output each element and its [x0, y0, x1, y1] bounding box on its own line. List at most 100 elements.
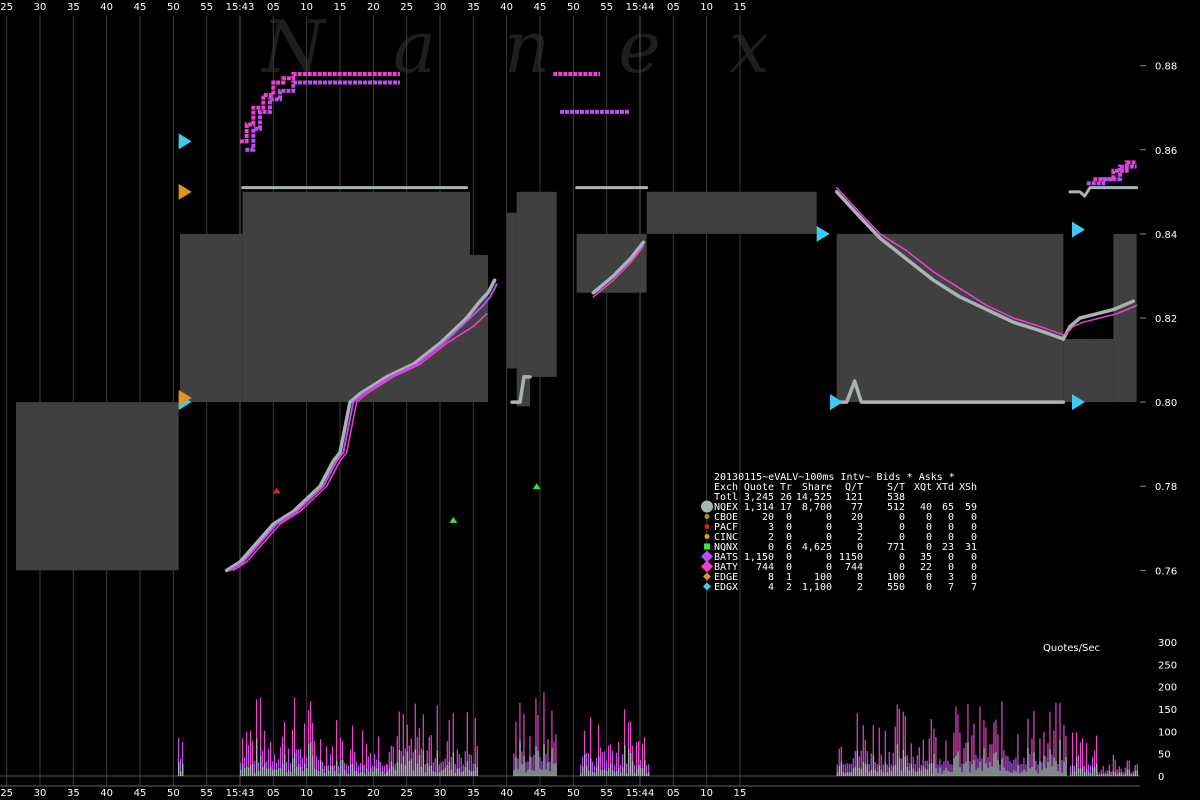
volume-bar-nbbo — [326, 766, 328, 776]
volume-bar-nbbo — [592, 772, 594, 776]
x-tick-label: 40 — [500, 788, 513, 799]
volume-bar-nbbo — [910, 763, 913, 776]
x-tick-label: 10 — [700, 788, 713, 799]
volume-bar-nbbo — [582, 766, 584, 776]
volume-bar-nbbo — [1078, 768, 1080, 776]
x-tick-label: 55 — [200, 788, 213, 799]
volume-bar-nbbo — [600, 769, 602, 776]
volume-bar-nbbo — [418, 755, 421, 776]
price-tick-label: 0.80 — [1155, 398, 1177, 409]
volume-bar-nbbo — [584, 754, 586, 776]
volume-bar-nbbo — [838, 766, 841, 776]
volume-bar-nbbo — [270, 765, 272, 776]
volume-bar-nbbo — [1007, 770, 1009, 776]
volume-bar-nbbo — [1072, 765, 1074, 776]
volume-bar-nbbo — [555, 762, 557, 776]
volume-bar-nbbo — [1092, 766, 1094, 776]
volume-bar-nbbo — [266, 768, 268, 776]
volume-bar-nbbo — [458, 768, 461, 776]
volume-bar-nbbo — [632, 761, 634, 776]
volume-bar-nbbo — [983, 748, 985, 776]
volume-bar-nbbo — [1021, 771, 1023, 776]
volume-bar-nbbo — [336, 760, 338, 776]
volume-bar-nbbo — [294, 752, 296, 776]
volume-bar-nbbo — [890, 771, 893, 776]
volume-bar-nbbo — [348, 773, 350, 776]
volume-tick-label: 150 — [1158, 705, 1177, 716]
volume-bar-nbbo — [880, 769, 883, 776]
volume-bar-nbbo — [1070, 773, 1072, 776]
x-tick-label: 30 — [434, 2, 447, 13]
volume-bar-nbbo — [284, 754, 286, 776]
x-tick-label: 30 — [34, 788, 47, 799]
volume-bar-nbbo — [286, 772, 288, 776]
volume-bar-nbbo — [290, 771, 292, 776]
volume-bar-nbbo — [302, 771, 304, 776]
volume-bar-nbbo — [1019, 773, 1021, 776]
volume-bar-nbbo — [320, 760, 322, 776]
volume-bar-nbbo — [1051, 766, 1053, 776]
volume-bar-nbbo — [1096, 774, 1099, 776]
volume-bar-nbbo — [967, 742, 969, 776]
x-tick-label: 30 — [34, 2, 47, 13]
volume-bar-nbbo — [1136, 770, 1139, 776]
volume-bar-nbbo — [642, 768, 644, 776]
volume-bar-nbbo — [352, 763, 354, 776]
volume-bar-nbbo — [404, 764, 407, 776]
volume-bar-nbbo — [318, 770, 320, 776]
volume-bar-nbbo — [1106, 774, 1109, 776]
x-tick-label: 50 — [167, 788, 180, 799]
volume-bar-nbbo — [452, 752, 455, 776]
volume-bar-nbbo — [1082, 766, 1084, 776]
volume-bar-nbbo — [634, 772, 636, 776]
volume-bar-nbbo — [1049, 749, 1051, 776]
volume-bar-nbbo — [308, 743, 310, 776]
volume-bar-nbbo — [590, 758, 592, 776]
volume-bar-nbbo — [997, 760, 999, 776]
x-tick-label: 35 — [67, 788, 80, 799]
volume-bar-nbbo — [947, 770, 949, 776]
volume-bar-nbbo — [941, 773, 943, 776]
x-tick-label: 35 — [467, 788, 480, 799]
volume-bar-nbbo — [933, 754, 935, 776]
volume-bar-nbbo — [1104, 773, 1107, 776]
volume-bar-nbbo — [935, 768, 937, 776]
volume-bar-nbbo — [324, 772, 326, 776]
volume-bar-nbbo — [551, 748, 553, 776]
x-axis-bottom: 25 30 35 40 45 50 55 15:43 05 10 15 20 25 30 35 40 45 50 5… — [0, 788, 746, 799]
volume-bar-nbbo — [580, 773, 582, 776]
volume-bar-nbbo — [525, 772, 527, 776]
volume-bar-nbbo — [298, 763, 300, 776]
volume-bar-nbbo — [610, 763, 612, 776]
volume-bar-nbbo — [430, 765, 433, 776]
volume-bar-nbbo — [519, 740, 521, 776]
volume-bar-nbbo — [1057, 771, 1059, 776]
volume-bar-nbbo — [971, 764, 973, 776]
volume-bar-nbbo — [975, 770, 977, 776]
volume-bar-nbbo — [368, 771, 370, 776]
volume-bar-nbbo — [1013, 770, 1015, 776]
volume-bar-nbbo — [428, 766, 431, 776]
volume-bar-nbbo — [1043, 755, 1045, 776]
volume-bar-nbbo — [638, 765, 640, 776]
volume-bar-nbbo — [537, 750, 539, 776]
volume-bar-nbbo — [951, 771, 953, 776]
x-tick-label: 15:44 — [626, 788, 655, 799]
volume-bar-nbbo — [529, 756, 531, 776]
volume-bar-nbbo — [878, 765, 881, 776]
volume-bar-nbbo — [1059, 739, 1061, 776]
volume-bar-nbbo — [1029, 768, 1031, 776]
volume-bar-nbbo — [276, 769, 278, 776]
x-tick-label: 35 — [467, 2, 480, 13]
range-box — [576, 233, 647, 293]
volume-tick-label: 100 — [1158, 727, 1177, 738]
volume-bar-nbbo — [472, 770, 475, 776]
volume-bar-nbbo — [1088, 771, 1090, 776]
volume-bar-nbbo — [280, 768, 282, 776]
volume-bar-nbbo — [541, 769, 543, 776]
x-tick-label: 20 — [367, 2, 380, 13]
volume-tick-label: 200 — [1158, 683, 1177, 694]
volume-bar-nbbo — [332, 765, 334, 776]
volume-bar-nbbo — [1037, 773, 1039, 776]
volume-bar-nbbo — [842, 772, 845, 776]
